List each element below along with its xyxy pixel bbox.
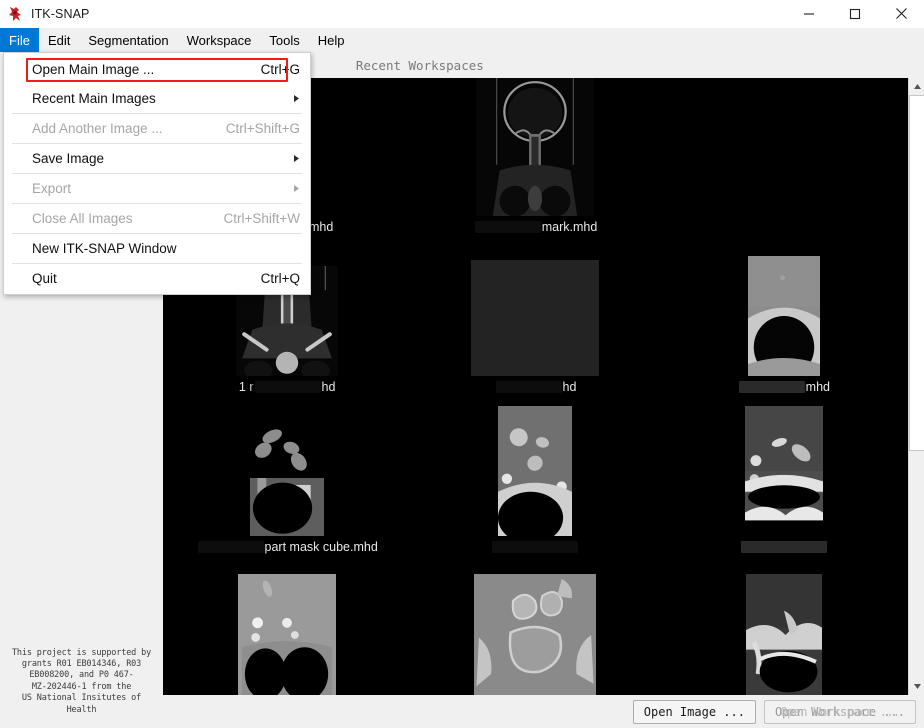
thumbnail-image[interactable] [474,574,597,695]
thumbnail-item[interactable] [660,78,908,238]
thumbnail-caption [491,536,579,558]
file-menu-dropdown[interactable]: Open Main Image ... Ctrl+G Recent Main Ima… [3,52,311,295]
menu-item-label: Close All Images [32,211,133,226]
menu-item-shortcut: Ctrl+Shift+G [225,121,300,136]
redaction-bar [197,541,264,553]
menu-bar: File Edit Segmentation Workspace Tools H… [0,28,924,52]
thumbnail-item[interactable] [660,398,908,558]
redaction-bar [738,381,805,393]
viewport-scrollbar[interactable] [908,78,924,695]
redaction-bar [495,381,562,393]
thumbnail-caption: mhd [738,376,830,398]
scrollbar-thumb[interactable] [909,95,924,451]
file-menu-item-export: Export [4,174,310,203]
menu-tools[interactable]: Tools [260,28,308,52]
thumbnail-image[interactable] [745,574,822,695]
minimize-icon[interactable] [786,0,832,28]
close-icon[interactable] [878,0,924,28]
redaction-bar [474,221,541,234]
thumbnail-image[interactable] [498,406,573,536]
grant-acknowledgement: This project is supported by grants R01 … [11,647,152,715]
submenu-arrow-icon [290,184,300,193]
thumbnail-item[interactable]: mark.mhd [411,78,659,238]
file-menu-item-new-itk-snap-window[interactable]: New ITK-SNAP Window [4,234,310,263]
menu-workspace[interactable]: Workspace [178,28,261,52]
caption-suffix: hd [321,380,336,394]
menu-item-label: Export [32,181,72,196]
menu-item-shortcut: Ctrl+Q [260,271,300,286]
thumbnail-item[interactable] [411,398,659,558]
file-menu-item-close-all-images: Close All Images Ctrl+Shift+W [4,204,310,233]
thumbnail-image[interactable] [238,574,337,695]
thumbnail-image[interactable] [747,256,820,376]
thumbnail-caption: part mask cube.mhd [197,536,378,558]
thumbnail-image[interactable] [471,260,600,376]
menu-item-label: Recent Main Images [32,91,156,106]
submenu-arrow-icon [290,154,300,163]
thumbnail-item[interactable]: part mask cube.mhd [163,398,411,558]
thumbnail-image[interactable] [250,420,325,536]
thumbnail-item[interactable] [163,558,411,695]
thumbnail-image[interactable] [476,78,595,217]
caption-suffix: mhd [805,380,830,394]
thumbnail-image[interactable] [744,406,823,536]
menu-segmentation[interactable]: Segmentation [79,28,177,52]
title-bar: ITK-SNAP [0,0,924,28]
itksnap-logo-icon [5,3,27,25]
window-controls [786,0,924,28]
thumbnail-caption [740,536,828,558]
tab-recent-workspaces[interactable]: Recent Workspaces [356,58,484,73]
redaction-bar [740,541,827,553]
thumbnail-item[interactable]: mhd [660,238,908,398]
menu-item-shortcut: Ctrl+Shift+W [223,211,300,226]
menu-help[interactable]: Help [309,28,354,52]
scrollbar-track[interactable] [909,95,924,678]
caption-suffix: mark.mhd [541,220,598,235]
scroll-down-arrow-icon[interactable] [909,678,924,695]
menu-item-shortcut: Ctrl+G [260,62,300,77]
caption-prefix: 1 r [238,380,254,394]
redaction-bar [254,381,321,393]
menu-item-label: New ITK-SNAP Window [32,241,177,256]
file-menu-item-open-main-image[interactable]: Open Main Image ... Ctrl+G [4,55,310,84]
menu-item-label: Open Main Image ... [32,62,155,77]
scroll-up-arrow-icon[interactable] [909,78,924,95]
caption-suffix: part mask cube.mhd [264,540,378,554]
submenu-arrow-icon [290,94,300,103]
caption-suffix: hd [562,380,577,394]
thumbnail-item[interactable] [660,558,908,695]
open-workspace-ghost-label: Open Workspace ... [780,704,900,719]
menu-file[interactable]: File [0,28,39,52]
menu-item-label: Quit [32,271,57,286]
bottom-button-bar: Open Image ... Open Workspace ... Open W… [163,695,924,728]
redaction-bar [492,541,579,553]
thumbnail-item[interactable]: hd [411,238,659,398]
itk-snap-window: ITK-SNAP File Edit Segmentation Workspac… [0,0,924,728]
file-menu-item-recent-main-images[interactable]: Recent Main Images [4,84,310,113]
caption-suffix: mhd [309,220,334,234]
menu-edit[interactable]: Edit [39,28,79,52]
file-menu-item-save-image[interactable]: Save Image [4,144,310,173]
thumbnail-item[interactable] [411,558,659,695]
thumbnail-caption: mark.mhd [474,216,598,238]
maximize-icon[interactable] [832,0,878,28]
window-title: ITK-SNAP [31,6,90,21]
thumbnail-caption: hd [495,376,577,398]
file-menu-item-quit[interactable]: Quit Ctrl+Q [4,264,310,293]
open-image-button[interactable]: Open Image ... [632,699,756,724]
menu-item-label: Add Another Image ... [32,121,163,136]
file-menu-item-add-another-image: Add Another Image ... Ctrl+Shift+G [4,114,310,143]
thumbnail-caption: 1 r hd [239,376,336,398]
open-workspace-button[interactable]: Open Workspace ... Open Workspace ... [763,699,916,724]
menu-item-label: Save Image [32,151,105,166]
